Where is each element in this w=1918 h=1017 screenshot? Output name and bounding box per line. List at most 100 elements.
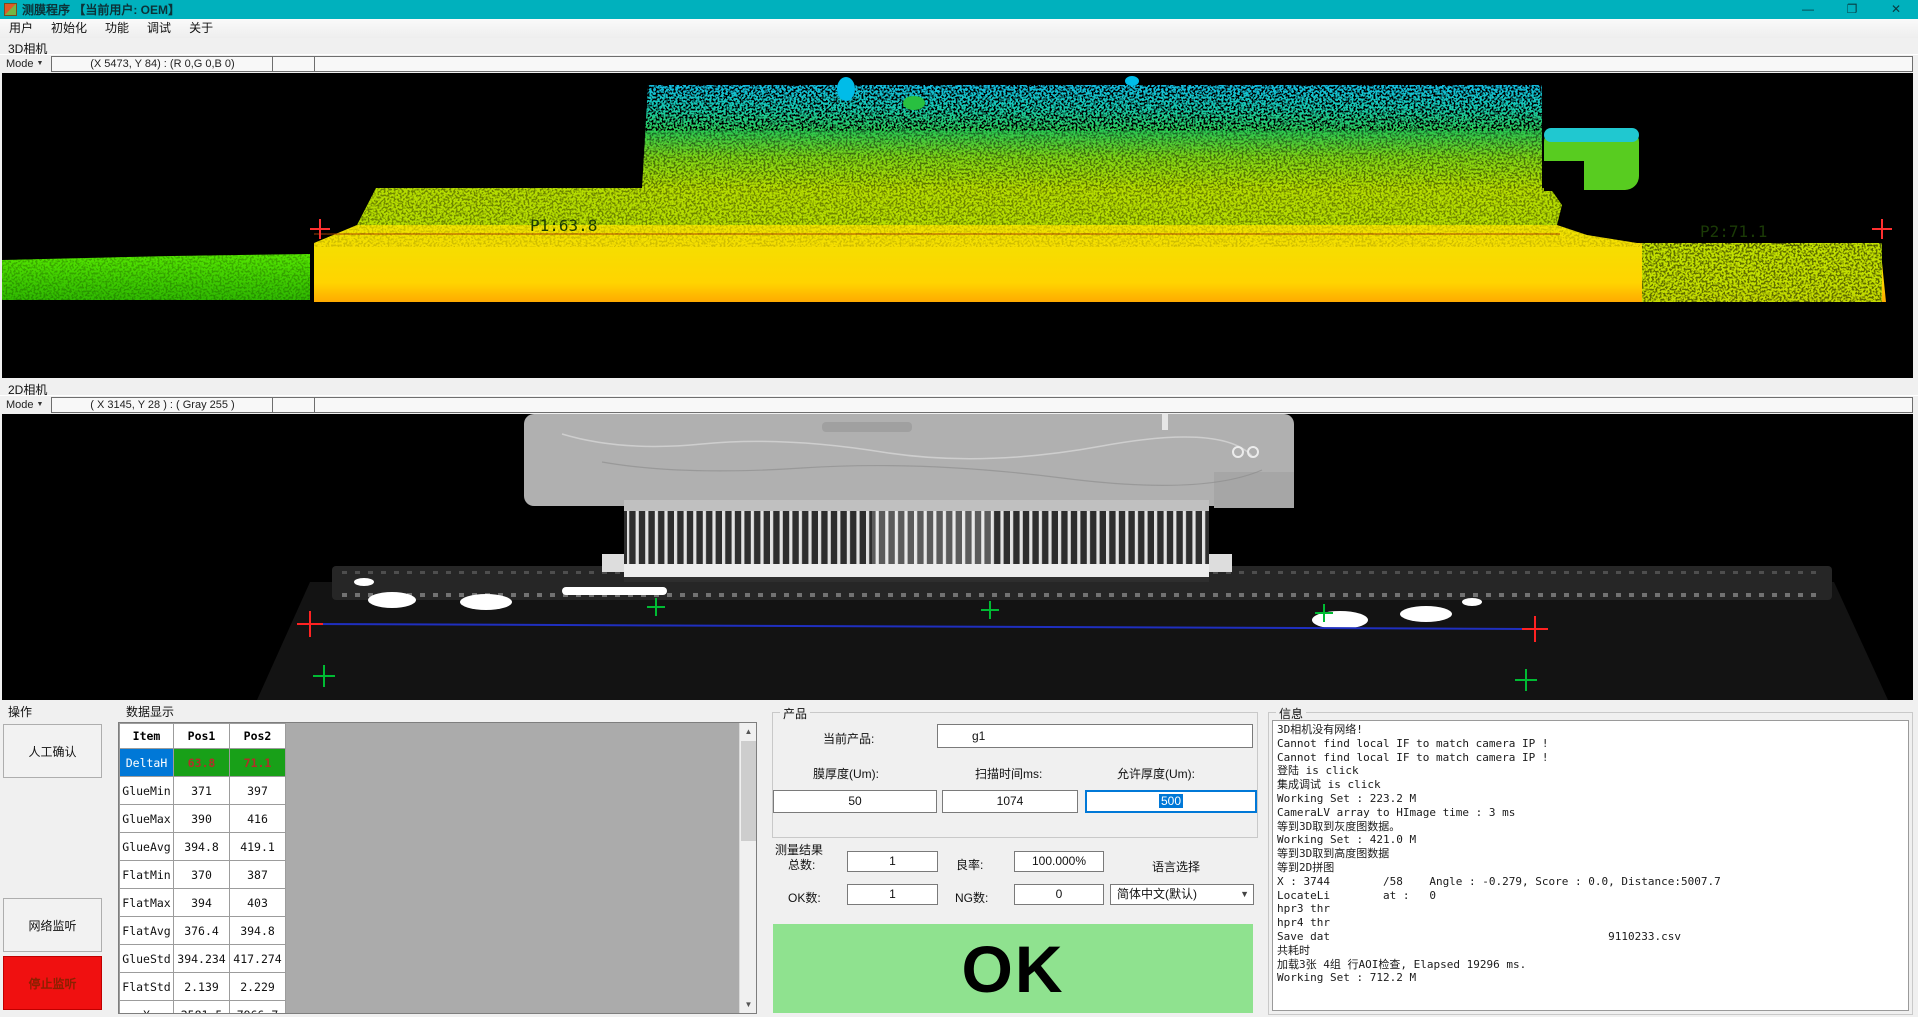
grid-scrollbar-thumb[interactable] [741, 741, 756, 841]
menu-bar: 用户初始化功能调试关于 [0, 19, 1918, 38]
chevron-down-icon[interactable]: ▼ [740, 996, 757, 1013]
window-title: 测膜程序 【当前用户: OEM】 [22, 1, 180, 18]
close-icon[interactable]: ✕ [1874, 0, 1918, 19]
table-row: FlatMax394403 [120, 889, 286, 917]
grid-item-cell[interactable]: FlatMax [120, 889, 174, 917]
camera3d-image-view[interactable]: P1:63.8 P2:71.1 [2, 73, 1913, 378]
grid-value-cell[interactable]: 71.1 [230, 749, 286, 777]
data-grid[interactable]: ItemPos1Pos2DeltaH63.871.1GlueMin371397G… [118, 722, 757, 1014]
grid-value-cell[interactable]: 376.4 [174, 917, 230, 945]
grid-item-cell[interactable]: DeltaH [120, 749, 174, 777]
language-combobox[interactable]: 简体中文(默认)▼ [1110, 884, 1254, 905]
grid-value-cell[interactable]: 371 [174, 777, 230, 805]
grid-item-cell[interactable]: FlatMin [120, 861, 174, 889]
camera3d-mode-button[interactable]: Mode▼ [2, 56, 47, 72]
camera3d-status-cell [273, 56, 315, 72]
film-thickness-label: 膜厚度(Um): [813, 765, 879, 782]
menu-item[interactable]: 初始化 [42, 19, 96, 38]
grid-value-cell[interactable]: 387 [230, 861, 286, 889]
grid-value-cell[interactable]: 7966.7 [230, 1001, 286, 1015]
chevron-down-icon: ▼ [1240, 885, 1249, 904]
maximize-icon[interactable]: ❐ [1830, 0, 1874, 19]
manual-confirm-button[interactable]: 人工确认 [3, 724, 102, 778]
grid-item-cell[interactable]: GlueMax [120, 805, 174, 833]
table-row: GlueMax390416 [120, 805, 286, 833]
allow-thickness-field[interactable]: 500 [1085, 790, 1257, 813]
ops-section-label: 操作 [8, 703, 32, 720]
grid-value-cell[interactable]: 416 [230, 805, 286, 833]
grid-value-cell[interactable]: 390 [174, 805, 230, 833]
allow-thickness-label: 允许厚度(Um): [1117, 765, 1195, 782]
ok-count-label: OK数: [788, 889, 821, 906]
grid-item-cell[interactable]: X [120, 1001, 174, 1015]
app-window: 测膜程序 【当前用户: OEM】 — ❐ ✕ 用户初始化功能调试关于 3D相机 … [0, 0, 1918, 1017]
p2-measure-label: P2:71.1 [1700, 222, 1767, 241]
grid-value-cell[interactable]: 394 [174, 889, 230, 917]
camera3d-mode-bar: Mode▼ (X 5473, Y 84) : (R 0,G 0,B 0) [0, 54, 1918, 72]
grid-value-cell[interactable]: 63.8 [174, 749, 230, 777]
scan-time-label: 扫描时间ms: [975, 765, 1042, 782]
grid-value-cell[interactable]: 2.229 [230, 973, 286, 1001]
window-controls: — ❐ ✕ [1786, 0, 1918, 19]
table-row: X2581.57966.7 [120, 1001, 286, 1015]
yield-label: 良率: [956, 856, 983, 873]
grid-value-cell[interactable]: 2.139 [174, 973, 230, 1001]
grid-value-cell[interactable]: 419.1 [230, 833, 286, 861]
selected-text: 500 [1159, 794, 1183, 808]
stop-listen-button[interactable]: 停止监听 [3, 956, 102, 1010]
menu-item[interactable]: 功能 [96, 19, 138, 38]
chevron-down-icon: ▼ [37, 401, 44, 408]
total-label: 总数: [788, 856, 815, 873]
chevron-up-icon[interactable]: ▲ [740, 723, 757, 740]
current-product-label: 当前产品: [823, 730, 874, 747]
grid-column-header[interactable]: Item [120, 724, 174, 749]
info-log-text: 3D相机没有网络! Cannot find local IF to match … [1273, 721, 1908, 987]
camera3d-pixel-readout: (X 5473, Y 84) : (R 0,G 0,B 0) [51, 56, 273, 72]
grid-value-cell[interactable]: 370 [174, 861, 230, 889]
menu-item[interactable]: 调试 [138, 19, 180, 38]
grid-item-cell[interactable]: GlueStd [120, 945, 174, 973]
grid-value-cell[interactable]: 394.8 [174, 833, 230, 861]
grid-column-header[interactable]: Pos2 [230, 724, 286, 749]
camera3d-status-long-cell [315, 56, 1913, 72]
ng-count-field[interactable]: 0 [1014, 884, 1104, 905]
current-product-field[interactable]: g1 [937, 724, 1253, 748]
grid-section-label: 数据显示 [126, 703, 174, 720]
grid-scrollbar[interactable]: ▲ ▼ [739, 723, 756, 1013]
grid-value-cell[interactable]: 403 [230, 889, 286, 917]
grid-item-cell[interactable]: GlueAvg [120, 833, 174, 861]
language-select-label: 语言选择 [1152, 858, 1200, 875]
total-field[interactable]: 1 [847, 851, 938, 872]
camera2d-image-view[interactable] [2, 414, 1913, 700]
yield-field[interactable]: 100.000% [1014, 851, 1104, 872]
scan-time-field[interactable]: 1074 [942, 790, 1078, 813]
heightmap-3d: P1:63.8 P2:71.1 [2, 73, 1913, 378]
info-log[interactable]: 3D相机没有网络! Cannot find local IF to match … [1272, 720, 1909, 1011]
product-group-label: 产品 [780, 705, 810, 722]
grid-value-cell[interactable]: 394.8 [230, 917, 286, 945]
grid-value-cell[interactable]: 417.274 [230, 945, 286, 973]
p1-measure-label: P1:63.8 [530, 216, 597, 235]
camera2d-status-cell [273, 397, 315, 413]
grid-item-cell[interactable]: FlatAvg [120, 917, 174, 945]
menu-item[interactable]: 用户 [0, 19, 42, 38]
grid-value-cell[interactable]: 394.234 [174, 945, 230, 973]
film-thickness-field[interactable]: 50 [773, 790, 937, 813]
grid-item-cell[interactable]: FlatStd [120, 973, 174, 1001]
minimize-icon[interactable]: — [1786, 0, 1830, 19]
app-icon [4, 3, 17, 16]
table-row: FlatAvg376.4394.8 [120, 917, 286, 945]
camera2d-mode-button[interactable]: Mode▼ [2, 397, 47, 413]
ok-count-field[interactable]: 1 [847, 884, 938, 905]
chevron-down-icon: ▼ [37, 60, 44, 67]
menu-item[interactable]: 关于 [180, 19, 222, 38]
camera2d-pixel-readout: ( X 3145, Y 28 ) : ( Gray 255 ) [51, 397, 273, 413]
grid-value-cell[interactable]: 2581.5 [174, 1001, 230, 1015]
table-row: GlueAvg394.8419.1 [120, 833, 286, 861]
network-listen-button[interactable]: 网络监听 [3, 898, 102, 952]
grid-value-cell[interactable]: 397 [230, 777, 286, 805]
grid-column-header[interactable]: Pos1 [174, 724, 230, 749]
grayscale-2d [2, 414, 1913, 700]
grid-item-cell[interactable]: GlueMin [120, 777, 174, 805]
result-status-banner: OK [773, 924, 1253, 1013]
